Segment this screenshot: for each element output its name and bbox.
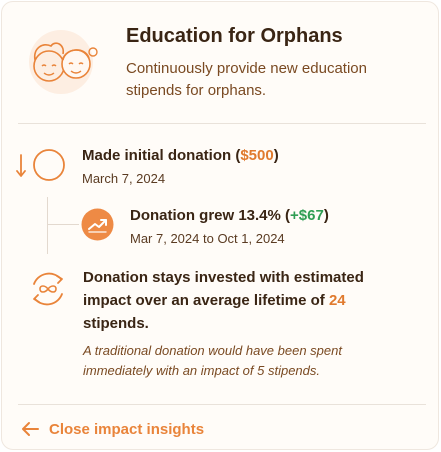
infinity-cycle-icon (33, 272, 63, 306)
initial-donation-title: Made initial donation ($500) (82, 147, 279, 164)
traditional-donation-note: A traditional donation would have been s… (83, 343, 342, 378)
impact-statement: Donation stays invested with estimated i… (83, 266, 403, 335)
initial-donation-prefix: Made initial donation ( (82, 147, 241, 164)
footer-divider (18, 404, 426, 405)
cause-title: Education for Orphans (126, 25, 343, 47)
growth-prefix: Donation grew 13.4% ( (130, 207, 291, 224)
initial-donation-suffix: ) (273, 147, 279, 164)
growth-amount: +$67 (290, 207, 324, 224)
impact-card: Education for Orphans Continuously provi… (1, 1, 439, 450)
header-divider (18, 123, 426, 124)
arrow-left-icon (22, 422, 39, 436)
growth-title: Donation grew 13.4% (+$67) (130, 207, 329, 224)
timeline-connector (47, 197, 48, 254)
close-impact-insights-button[interactable]: Close impact insights (20, 418, 204, 440)
impact-statement-suffix: stipends. (83, 315, 149, 332)
cause-subtitle: Continuously provide new education stipe… (126, 60, 367, 99)
timeline-branch (47, 224, 79, 225)
growth-chart-icon (81, 208, 114, 241)
impact-statement-text: Donation stays invested with estimated i… (83, 269, 364, 309)
growth-date-range: Mar 7, 2024 to Oct 1, 2024 (130, 231, 285, 246)
growth-suffix: ) (323, 207, 329, 224)
close-impact-insights-label: Close impact insights (49, 420, 205, 438)
initial-donation-date: March 7, 2024 (82, 171, 166, 186)
refresh-arrow-icon (16, 149, 65, 181)
card-header: Education for Orphans Continuously provi… (2, 2, 438, 123)
children-faces-icon (29, 30, 98, 94)
initial-donation-amount: $500 (240, 147, 274, 164)
impact-stipend-count: 24 (328, 292, 346, 309)
